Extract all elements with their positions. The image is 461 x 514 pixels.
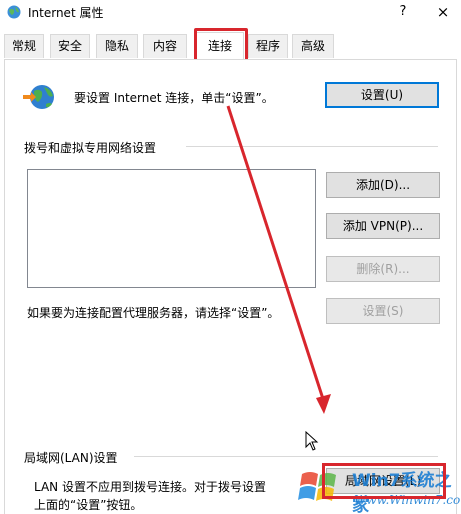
- internet-globe-icon: [7, 5, 21, 19]
- proxy-instruction: 如果要为连接配置代理服务器，请选择“设置”。: [27, 306, 280, 320]
- tab-security[interactable]: 安全: [50, 34, 90, 58]
- tab-content[interactable]: 内容: [143, 34, 187, 58]
- tab-privacy[interactable]: 隐私: [96, 34, 138, 58]
- dialup-section-label: 拨号和虚拟专用网络设置: [24, 141, 157, 155]
- lan-description: LAN 设置不应用到拨号连接。对于拨号设置 上面的“设置”按钮。: [34, 478, 266, 514]
- tab-general[interactable]: 常规: [4, 34, 44, 58]
- dialup-separator: [186, 146, 438, 147]
- setup-instruction: 要设置 Internet 连接，单击“设置”。: [74, 91, 274, 105]
- tab-programs[interactable]: 程序: [248, 34, 288, 58]
- lan-section-label: 局域网(LAN)设置: [24, 451, 118, 465]
- watermark-url: Www.Winwin7.com: [354, 493, 461, 507]
- tab-strip: 常规 安全 隐私 内容 连接 程序 高级: [0, 32, 461, 60]
- lan-description-line2: 上面的“设置”按钮。: [34, 498, 143, 512]
- mouse-cursor-icon: [305, 431, 319, 451]
- dialup-settings-button[interactable]: 设置(S): [326, 298, 440, 324]
- add-vpn-button[interactable]: 添加 VPN(P)...: [326, 213, 440, 239]
- lan-description-line1: LAN 设置不应用到拨号连接。对于拨号设置: [34, 480, 266, 494]
- title-bar: Internet 属性 ? ×: [0, 0, 461, 26]
- setup-button[interactable]: 设置(U): [325, 82, 439, 108]
- window-title: Internet 属性: [28, 6, 104, 20]
- add-connection-button[interactable]: 添加(D)...: [326, 172, 440, 198]
- connection-wizard-globe-icon: [23, 85, 54, 109]
- help-button[interactable]: ?: [392, 0, 414, 24]
- lan-separator: [134, 456, 438, 457]
- delete-connection-button[interactable]: 删除(R)...: [326, 256, 440, 282]
- close-button[interactable]: ×: [430, 0, 456, 24]
- tab-connections[interactable]: 连接: [196, 32, 244, 59]
- windows-logo-icon: [298, 472, 336, 501]
- tab-advanced[interactable]: 高级: [292, 34, 334, 58]
- dialup-connections-list[interactable]: [27, 169, 316, 288]
